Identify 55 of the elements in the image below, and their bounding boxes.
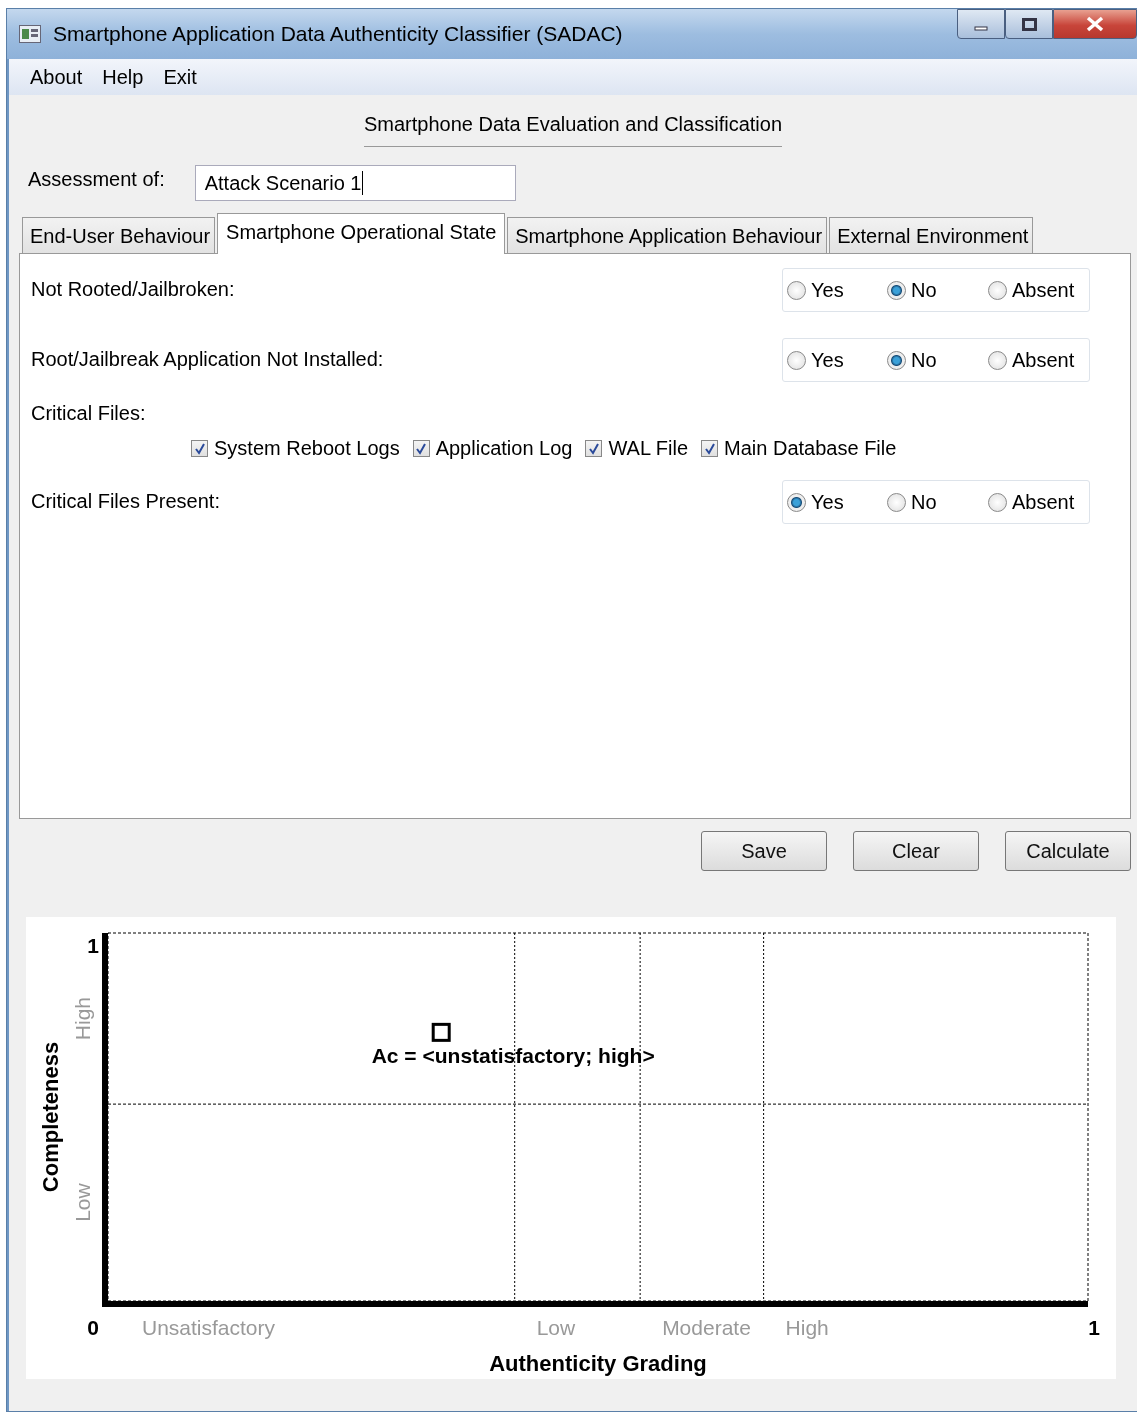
field-label: Not Rooted/Jailbroken: — [31, 278, 235, 301]
radio-option[interactable]: Yes — [787, 490, 887, 514]
maximize-icon — [1021, 17, 1037, 31]
checkbox-option[interactable]: WAL File — [585, 437, 689, 460]
radio-option[interactable]: Absent — [988, 278, 1075, 302]
menu-item[interactable]: About — [30, 65, 83, 89]
band-label: Low — [536, 1316, 576, 1339]
menu-item[interactable]: Exit — [163, 65, 197, 89]
maximize-button[interactable] — [1005, 9, 1053, 39]
band-label: High — [71, 996, 94, 1041]
checkbox-option[interactable]: System Reboot Logs — [191, 437, 400, 460]
tick-label: 1 — [87, 934, 99, 957]
band-label: Moderate — [662, 1316, 751, 1339]
minimize-icon — [974, 25, 988, 31]
action-button[interactable]: Save — [701, 831, 827, 871]
band-label: High — [785, 1316, 829, 1339]
tab[interactable]: End-User Behaviour — [22, 217, 216, 253]
y-axis-title: Completeness — [38, 1041, 63, 1193]
field-label: Root/Jailbreak Application Not Installed: — [31, 348, 384, 371]
tick-label: 1 — [1088, 1316, 1100, 1339]
checkmark-icon — [702, 441, 717, 456]
tick-label: 0 — [87, 1316, 99, 1339]
assessment-field[interactable]: Attack Scenario 1 — [194, 165, 516, 201]
radio-option[interactable]: Yes — [787, 278, 887, 302]
radio-option[interactable]: No — [887, 278, 988, 302]
checkmark-icon — [192, 441, 207, 456]
field-label: Critical Files Present: — [31, 490, 220, 513]
close-icon — [1086, 16, 1104, 32]
radio-option[interactable]: Yes — [787, 348, 887, 372]
section-heading: Smartphone Data Evaluation and Classification — [364, 111, 782, 147]
tab[interactable]: External Environment — [829, 217, 1034, 253]
radio-option[interactable]: No — [887, 348, 988, 372]
tab[interactable]: Smartphone Application Behaviour — [507, 217, 828, 253]
minimize-button[interactable] — [957, 9, 1005, 39]
checkbox-option[interactable]: Application Log — [412, 437, 573, 460]
checkbox-option[interactable]: Main Database File — [701, 437, 897, 460]
close-button[interactable] — [1053, 9, 1137, 39]
data-point — [431, 1022, 451, 1042]
radio-option[interactable]: No — [887, 490, 988, 514]
app-icon — [19, 25, 41, 43]
checkmark-icon — [414, 441, 429, 456]
menu-item[interactable]: Help — [102, 65, 144, 89]
point-annotation: Ac = <unstatisfactory; high> — [371, 1044, 655, 1068]
checkmark-icon — [586, 441, 601, 456]
assessment-label: Assessment of: — [28, 167, 165, 191]
field-label: Critical Files: — [31, 402, 147, 425]
action-button[interactable]: Calculate — [1005, 831, 1131, 871]
tab[interactable]: Smartphone Operational State — [217, 213, 506, 254]
window-title: Smartphone Application Data Authenticity Classifier (SADAC) — [53, 22, 623, 46]
radio-option[interactable]: Absent — [988, 348, 1075, 372]
x-axis-title: Authenticity Grading — [489, 1351, 707, 1376]
band-label: Unsatisfactory — [142, 1316, 276, 1339]
action-button[interactable]: Clear — [853, 831, 979, 871]
band-label: Low — [71, 1183, 94, 1222]
radio-option[interactable]: Absent — [988, 490, 1075, 514]
